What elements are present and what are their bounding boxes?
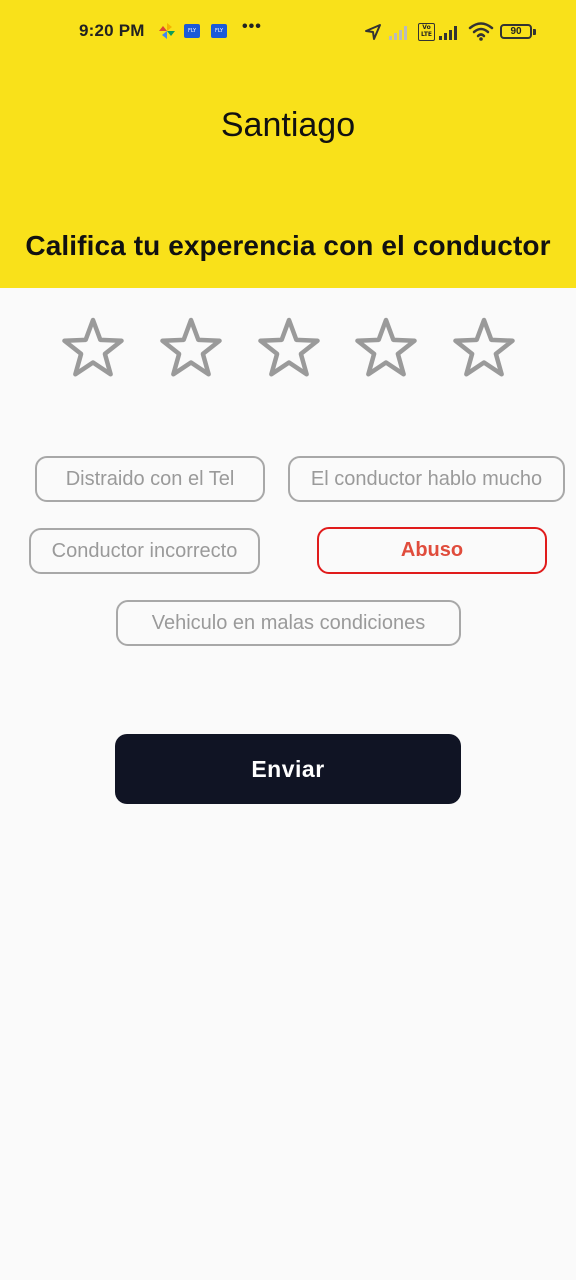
fly-icon: FLY [211, 24, 227, 38]
battery-icon: 90 [500, 24, 532, 39]
feedback-chip-wrong-driver[interactable]: Conductor incorrecto [29, 528, 260, 574]
star-icon[interactable] [256, 316, 322, 380]
feedback-chip-talked-too-much[interactable]: El conductor hablo mucho [288, 456, 565, 502]
signal-icon [389, 26, 407, 40]
feedback-chip-abuse[interactable]: Abuso [317, 527, 547, 574]
volte-icon: Vo LTE [418, 23, 435, 41]
fly-icon: FLY [184, 24, 200, 38]
battery-cap [533, 29, 536, 35]
star-icon[interactable] [158, 316, 224, 380]
wifi-icon [468, 22, 494, 41]
status-bar: 9:20 PM FLY FLY ••• Vo LTE 90 [0, 0, 576, 64]
location-arrow-icon [365, 24, 381, 40]
star-icon[interactable] [451, 316, 517, 380]
star-icon[interactable] [353, 316, 419, 380]
star-icon[interactable] [60, 316, 126, 380]
more-dots-icon: ••• [242, 18, 262, 35]
submit-button[interactable]: Enviar [115, 734, 461, 804]
feedback-chip-bad-vehicle[interactable]: Vehiculo en malas condiciones [116, 600, 461, 646]
signal-icon [439, 26, 457, 40]
pinwheel-icon [159, 23, 175, 39]
status-time: 9:20 PM [79, 21, 145, 40]
feedback-chip-distracted[interactable]: Distraido con el Tel [35, 456, 265, 502]
driver-name: Santiago [220, 106, 356, 144]
rating-title: Califica tu experencia con el conductor [25, 230, 551, 261]
